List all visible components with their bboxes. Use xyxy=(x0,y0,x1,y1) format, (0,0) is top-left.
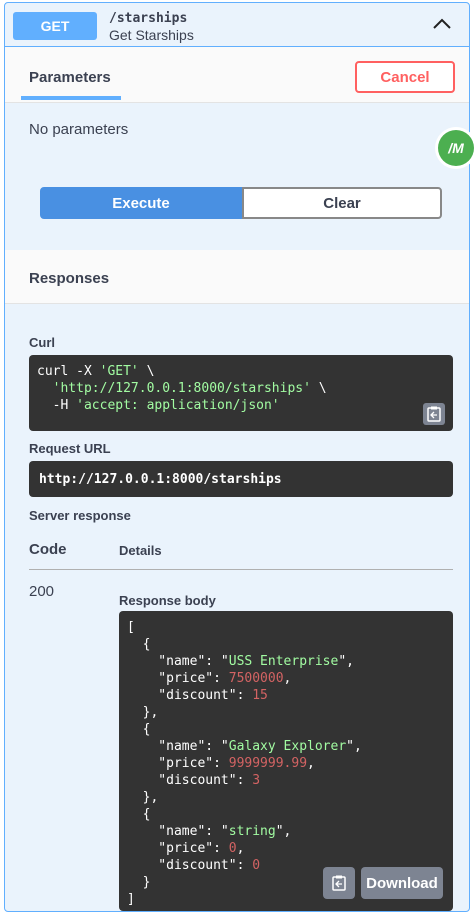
copy-response-button[interactable] xyxy=(323,867,355,899)
column-code-header: Code xyxy=(29,541,67,558)
curl-header-flag: -H xyxy=(37,398,77,413)
operation-summary: Get Starships xyxy=(109,27,194,43)
request-url-value[interactable]: http://127.0.0.1:8000/starships xyxy=(29,461,453,497)
clipboard-icon xyxy=(332,875,346,891)
tab-underline xyxy=(21,96,121,100)
item-price: 9999999.99 xyxy=(228,756,308,771)
no-parameters-text: No parameters xyxy=(29,121,129,138)
copy-to-clipboard-button[interactable] xyxy=(423,403,445,425)
operation-path: /starships xyxy=(109,11,188,26)
item-discount: 15 xyxy=(252,688,268,703)
item-name: Galaxy Explorer xyxy=(228,739,347,754)
responses-header: Responses xyxy=(5,250,469,304)
status-code: 200 xyxy=(29,583,55,600)
execute-controls: Execute Clear xyxy=(40,187,442,219)
method-badge: GET xyxy=(13,12,97,40)
operation-header[interactable]: GET /starships Get Starships xyxy=(5,3,469,47)
responses-title: Responses xyxy=(29,270,110,287)
curl-method: 'GET' xyxy=(99,364,139,379)
clear-button[interactable]: Clear xyxy=(242,187,442,219)
curl-continuation: \ xyxy=(310,381,327,396)
execute-button[interactable]: Execute xyxy=(40,187,242,219)
parameters-header: Parameters Cancel xyxy=(5,47,469,103)
extension-badge-icon[interactable]: /M xyxy=(438,130,474,166)
chevron-up-icon[interactable] xyxy=(431,13,453,35)
response-body-label: Response body xyxy=(119,593,216,608)
request-url-label: Request URL xyxy=(29,441,111,456)
download-button[interactable]: Download xyxy=(361,867,443,899)
curl-header: 'accept: application/json' xyxy=(76,398,280,413)
column-details-header: Details xyxy=(119,543,162,558)
curl-cmd: curl -X xyxy=(37,364,100,379)
table-divider xyxy=(29,569,453,570)
operation-block: GET /starships Get Starships Parameters … xyxy=(4,2,470,912)
curl-label: Curl xyxy=(29,335,55,350)
item-name: USS Enterprise xyxy=(228,654,339,669)
curl-code-block[interactable]: curl -X 'GET' \ 'http://127.0.0.1:8000/s… xyxy=(29,355,453,431)
server-response-label: Server response xyxy=(29,508,131,523)
item-discount: 0 xyxy=(252,858,261,873)
item-price: 0 xyxy=(228,841,237,856)
curl-continuation: \ xyxy=(138,364,155,379)
clipboard-icon xyxy=(427,406,441,422)
cancel-button[interactable]: Cancel xyxy=(355,61,455,93)
tab-parameters[interactable]: Parameters xyxy=(29,69,111,86)
item-discount: 3 xyxy=(252,773,261,788)
item-price: 7500000 xyxy=(228,671,284,686)
curl-url: 'http://127.0.0.1:8000/starships' xyxy=(52,381,311,396)
response-body-code[interactable]: [ { "name": "USS Enterprise", "price": 7… xyxy=(119,611,453,911)
item-name: string xyxy=(228,824,276,839)
